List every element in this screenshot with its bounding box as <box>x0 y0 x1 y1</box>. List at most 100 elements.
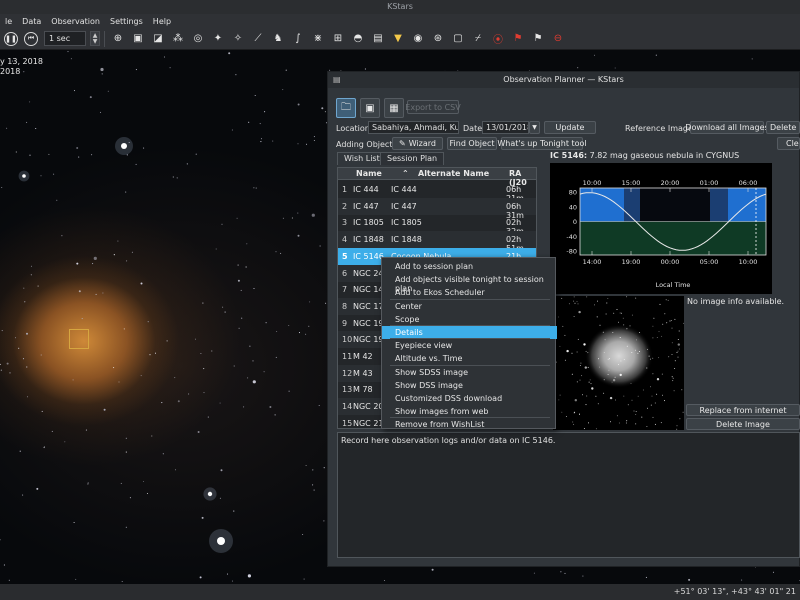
export-csv-button[interactable]: Export to CSV <box>405 100 461 114</box>
record-icon[interactable]: ⦿ <box>489 30 507 48</box>
menu-file[interactable]: le <box>0 17 17 26</box>
menu-observation[interactable]: Observation <box>46 17 105 26</box>
menu-item-add-objects-visible-tonight-to-session-plan[interactable]: Add objects visible tonight to session p… <box>382 273 557 293</box>
menu-item-details[interactable]: Details <box>382 326 557 339</box>
star <box>309 301 311 303</box>
update-button[interactable]: Update <box>544 121 596 134</box>
star <box>741 579 743 581</box>
x-axis-label: Local Time <box>656 281 691 289</box>
menu-data[interactable]: Data <box>17 17 46 26</box>
star <box>593 54 596 56</box>
star <box>265 322 267 324</box>
star <box>172 176 174 178</box>
menu-item-customized-dss-download[interactable]: Customized DSS download <box>382 392 557 405</box>
pause-icon[interactable]: ❚❚ <box>2 30 20 48</box>
star <box>24 301 26 303</box>
table-row[interactable]: 4IC 1848IC 184802h 51m <box>338 231 536 253</box>
menu-item-remove-from-wishlist[interactable]: Remove from WishList <box>382 418 557 431</box>
equatorial-grid-icon[interactable]: ⋇ <box>309 30 327 48</box>
location-field[interactable]: Sabahiya, Ahmadi, Kuwait <box>368 121 459 134</box>
comet-icon[interactable]: ✦ <box>209 30 227 48</box>
wizard-button[interactable]: ✎ Wizard <box>392 137 443 150</box>
wand-icon: ✎ <box>399 139 406 148</box>
window-title: KStars <box>387 2 413 11</box>
twilight-band <box>710 188 728 222</box>
image-star <box>604 339 606 341</box>
flag-white-icon[interactable]: ⚑ <box>529 30 547 48</box>
menu-item-scope[interactable]: Scope <box>382 313 557 326</box>
image-star <box>665 299 667 301</box>
save-button[interactable]: ▣ <box>360 98 380 118</box>
menu-item-center[interactable]: Center <box>382 300 557 313</box>
flashlight-icon[interactable]: ▼ <box>389 30 407 48</box>
ring-icon[interactable]: ◎ <box>189 30 207 48</box>
menu-settings[interactable]: Settings <box>105 17 148 26</box>
star <box>231 580 234 582</box>
eye-icon[interactable]: ◉ <box>409 30 427 48</box>
image-star <box>671 327 673 329</box>
object-image[interactable] <box>553 296 684 430</box>
altitude-plot[interactable]: 10:00 15:00 20:00 01:00 06:00 14:00 19:00 00:00… <box>550 163 772 294</box>
clear-button[interactable]: Clea <box>777 137 800 150</box>
menu-help[interactable]: Help <box>148 17 176 26</box>
flag-red-icon[interactable]: ⚑ <box>509 30 527 48</box>
image-icon[interactable]: ▣ <box>129 30 147 48</box>
image-star <box>573 316 575 317</box>
image-star <box>577 303 579 305</box>
table-row[interactable]: 1IC 444IC 44406h 21m <box>338 181 536 203</box>
ground-icon[interactable]: ▤ <box>369 30 387 48</box>
image-star <box>595 428 597 430</box>
replace-from-internet-button[interactable]: Replace from internet <box>686 404 800 416</box>
menu-item-show-dss-image[interactable]: Show DSS image <box>382 379 557 392</box>
image-star <box>590 383 592 385</box>
y-tick-label: 80 <box>569 189 577 197</box>
image-star <box>672 380 674 382</box>
menu-item-eyepiece-view[interactable]: Eyepiece view <box>382 339 557 352</box>
save-as-button[interactable]: ▦ <box>384 98 404 118</box>
download-all-images-button[interactable]: Download all Images <box>685 121 769 134</box>
menu-item-show-images-from-web[interactable]: Show images from web <box>382 405 557 418</box>
open-file-button[interactable]: 🗀 <box>336 98 356 118</box>
stop-icon[interactable]: ⊖ <box>549 30 567 48</box>
globe-icon[interactable]: ⊞ <box>329 30 347 48</box>
date-dropdown-button[interactable]: ▼ <box>529 121 540 134</box>
tab-session-plan[interactable]: Session Plan <box>380 152 445 165</box>
star <box>264 111 266 113</box>
timestep-spinner[interactable]: ▲ ▼ <box>90 31 100 46</box>
menu-item-altitude-vs-time[interactable]: Altitude vs. Time <box>382 352 557 365</box>
star <box>8 579 10 581</box>
horizon-icon[interactable]: ◓ <box>349 30 367 48</box>
star <box>121 580 123 583</box>
menu-item-add-to-session-plan[interactable]: Add to session plan <box>382 260 557 273</box>
timestep-input[interactable]: 1 sec <box>44 31 86 46</box>
constellation-lines-icon[interactable]: ⟋ <box>249 30 267 48</box>
column-name[interactable]: Name <box>356 169 382 178</box>
table-row[interactable]: 3IC 1805IC 180502h 32m <box>338 214 536 236</box>
step-back-icon[interactable]: ⏮ <box>22 30 40 48</box>
column-alternate-name[interactable]: Alternate Name <box>418 169 489 178</box>
delete-all-images-button[interactable]: Delete all <box>766 121 800 134</box>
image-star <box>588 422 589 424</box>
menu-item-add-to-ekos-scheduler[interactable]: Add to Ekos Scheduler <box>382 286 557 299</box>
milky-way-icon[interactable]: ∫ <box>289 30 307 48</box>
star <box>149 354 151 356</box>
star <box>197 431 200 433</box>
row-alternate-name: IC 447 <box>391 201 417 211</box>
star-icon[interactable]: ⁂ <box>169 30 187 48</box>
image-star <box>597 403 599 405</box>
lock-icon[interactable]: ▢ <box>449 30 467 48</box>
telescope-target-icon[interactable]: ⊛ <box>429 30 447 48</box>
globe-grid-icon[interactable]: ◪ <box>149 30 167 48</box>
observation-notes[interactable]: Record here observation logs and/or data… <box>337 432 800 558</box>
find-object-button[interactable]: Find Object <box>447 137 497 150</box>
table-row[interactable]: 2 IC 447 IC 447 06h 31m <box>338 197 536 220</box>
date-field[interactable]: 13/01/2018 <box>482 121 529 134</box>
constellation-art-icon[interactable]: ♞ <box>269 30 287 48</box>
crosshair-icon[interactable]: ⊕ <box>109 30 127 48</box>
image-star <box>586 395 588 397</box>
whats-up-tonight-button[interactable]: What's up Tonight tool <box>497 137 587 150</box>
menu-item-show-sdss-image[interactable]: Show SDSS image <box>382 366 557 379</box>
delete-image-button[interactable]: Delete Image <box>686 418 800 430</box>
asteroid-icon[interactable]: ✧ <box>229 30 247 48</box>
brush-icon[interactable]: ⌿ <box>469 30 487 48</box>
